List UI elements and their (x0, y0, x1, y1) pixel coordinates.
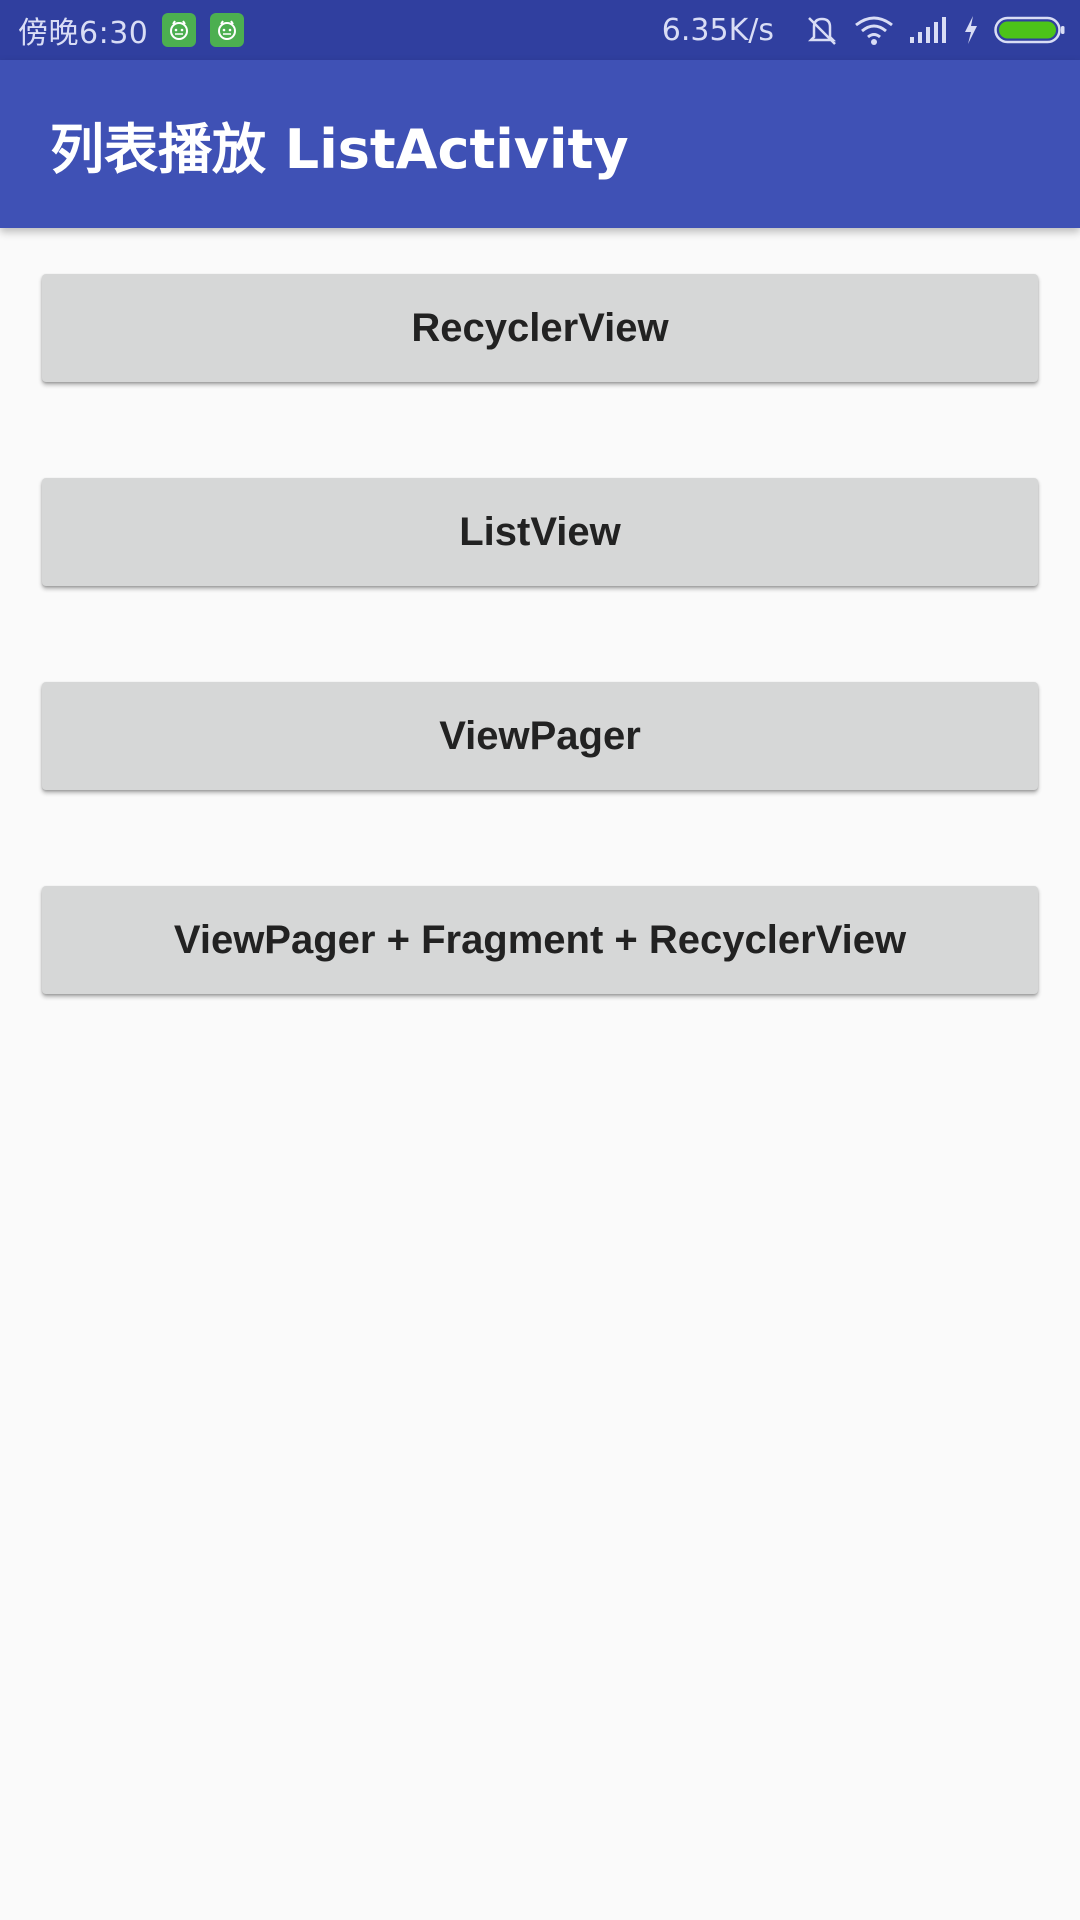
page-title: 列表播放 ListActivity (50, 117, 629, 181)
status-left: 傍晚6:30 (18, 8, 245, 52)
viewpager-fragment-recyclerview-button[interactable]: ViewPager + Fragment + RecyclerView (42, 886, 1038, 994)
status-right: 6.35K/s (662, 13, 1066, 48)
charging-icon (962, 15, 980, 45)
net-speed: 6.35K/s (661, 12, 774, 48)
recyclerview-button[interactable]: RecyclerView (42, 274, 1038, 382)
status-time: 傍晚6:30 (18, 16, 149, 51)
status-bar: 傍晚6:30 6.35K/s (0, 0, 1080, 60)
signal-icon (908, 15, 948, 45)
battery-icon (994, 15, 1066, 45)
app-bar: 列表播放 ListActivity (0, 60, 1080, 228)
app-notification-icon (210, 13, 245, 47)
viewpager-button[interactable]: ViewPager (42, 682, 1038, 790)
wifi-icon (854, 15, 894, 45)
mute-icon (804, 13, 840, 47)
app-notification-icon (162, 13, 197, 47)
listview-button[interactable]: ListView (42, 478, 1038, 586)
